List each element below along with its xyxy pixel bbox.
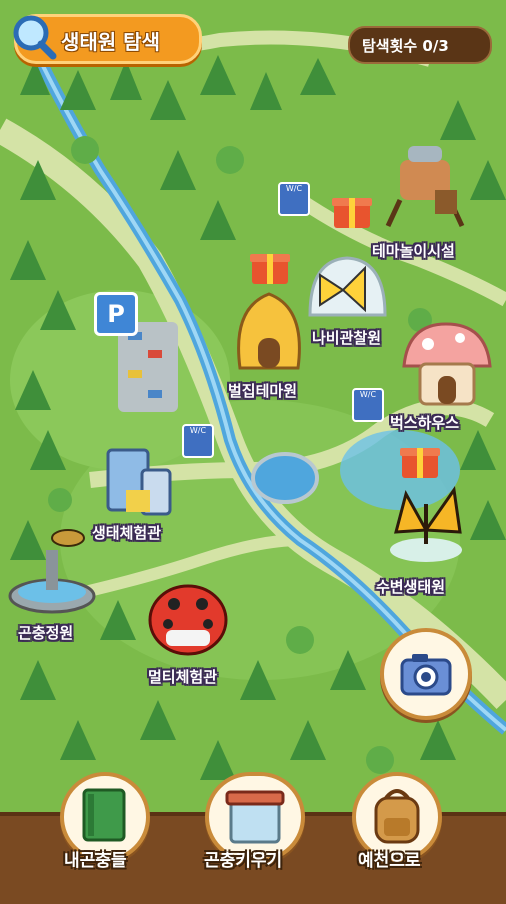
eco-experience-hall[interactable] [98,440,178,520]
theme-playground[interactable] [380,140,470,230]
playground-icon [385,146,465,228]
butterfly-icon [390,486,462,562]
magnifier-icon [13,15,57,60]
label-eco-experience-hall: 생태체험관 [92,524,162,542]
beehive-icon [237,292,301,370]
label-bugs-house: 벅스하우스 [390,414,460,432]
parking-sign: P [94,292,138,336]
title-pill: 생태원 탐색 [13,14,202,64]
label-insect-garden: 곤충정원 [18,624,74,642]
toilet-sign-1: W/C [278,182,310,216]
mushroom-house-icon [402,322,492,406]
gift-box-3[interactable] [398,438,442,482]
toilet-sign-3: W/C [182,424,214,458]
raise-insects-label: 곤충키우기 [204,851,283,871]
search-count-text: 탐색횟수 0/3 [362,37,449,55]
butterfly-house[interactable] [305,250,390,320]
page-title: 생태원 탐색 [61,30,160,54]
multi-experience-hall[interactable] [146,578,230,658]
gift-icon [400,448,440,478]
camera-button[interactable] [380,628,472,720]
toilet-sign-2: W/C [352,388,384,422]
label-multi-experience-hall: 멀티체험관 [148,668,218,686]
insect-garden[interactable] [6,520,98,616]
butterfly-house-icon [308,256,387,317]
building-icon [106,448,172,516]
label-butterfly-house: 나비관찰원 [312,329,382,347]
ladybug-icon [148,584,228,656]
gift-icon [332,198,372,228]
gift-box-1[interactable] [330,188,374,232]
gift-icon [250,254,290,284]
my-insects-label: 내곤충들 [64,851,127,871]
fountain-icon [8,529,96,614]
bugs-house[interactable] [398,320,494,408]
gift-box-2[interactable] [248,244,292,288]
waterside-eco-garden[interactable] [386,484,466,564]
label-waterside-eco-garden: 수변생태원 [376,578,446,596]
go-to-yecheon-label: 예천으로 [358,851,421,871]
beehive-theme[interactable] [232,288,306,372]
label-beehive-theme: 벌집테마원 [228,382,298,400]
camera-icon [400,654,452,696]
search-count-badge: 탐색횟수 0/3 [348,26,492,64]
